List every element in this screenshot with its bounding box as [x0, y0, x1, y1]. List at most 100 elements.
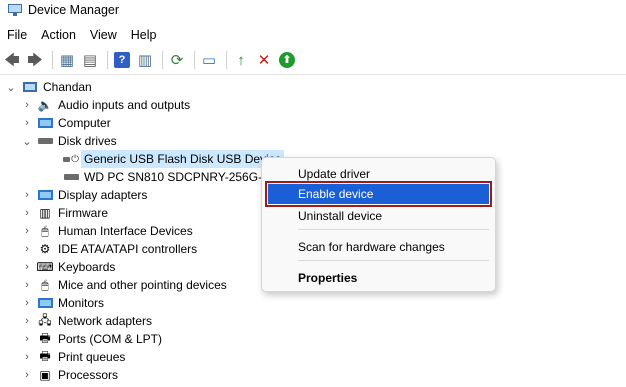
tree-root[interactable]: ⌄ Chandan	[6, 78, 92, 96]
tree-item-label: IDE ATA/ATAPI controllers	[58, 242, 198, 256]
chevron-right-icon[interactable]: ›	[22, 279, 32, 291]
chevron-right-icon[interactable]: ›	[22, 243, 32, 255]
tree-item-label: Ports (COM & LPT)	[58, 332, 163, 346]
tree-item-label: Audio inputs and outputs	[58, 98, 191, 112]
category-item[interactable]: › 🖱 Mice and other pointing devices	[22, 276, 227, 294]
action-pane-icon[interactable]: ▥	[135, 50, 155, 70]
computer-icon	[22, 80, 38, 94]
properties-icon[interactable]: ▤	[80, 50, 100, 70]
window-title: Device Manager	[28, 3, 120, 17]
category-item[interactable]: › 🖶 Ports (COM & LPT)	[22, 330, 162, 348]
category-item[interactable]: › ⚙ IDE ATA/ATAPI controllers	[22, 240, 197, 258]
update-driver-menu-item[interactable]: Update driver	[270, 164, 489, 184]
chevron-right-icon[interactable]: ›	[22, 297, 32, 309]
toolbar-separator	[226, 51, 227, 69]
enable-device-menu-item[interactable]: Enable device	[265, 181, 492, 207]
category-item[interactable]: › 🖶 Print queues	[22, 348, 125, 366]
uninstall-device-icon[interactable]: ✕	[254, 50, 274, 70]
chevron-right-icon[interactable]: ›	[22, 333, 32, 345]
menu-view[interactable]: View	[83, 24, 124, 46]
tree-item-label: Firmware	[58, 206, 108, 220]
show-hide-tree-icon[interactable]: ▦	[57, 50, 77, 70]
toolbar: 🡄 🡆 ▦ ▤? ▥ ⟳ ▭ ↑ ✕ ⬆	[0, 48, 626, 72]
chevron-down-icon[interactable]: ⌄	[6, 81, 16, 94]
network-adapter-icon: 🖧	[38, 312, 52, 327]
properties-menu-item[interactable]: Properties	[270, 268, 489, 288]
computer-monitor-icon[interactable]: ▭	[199, 50, 219, 70]
tree-item-label: Keyboards	[58, 260, 116, 274]
display-adapter-icon	[37, 188, 53, 202]
context-menu: Update driver Enable device Uninstall devi…	[261, 157, 496, 292]
category-item[interactable]: › Monitors	[22, 294, 104, 312]
chevron-right-icon[interactable]: ›	[22, 369, 32, 381]
scan-hardware-menu-item[interactable]: Scan for hardware changes	[270, 237, 489, 257]
keyboard-icon: ⌨	[36, 260, 54, 274]
menu-bar: File Action View Help	[0, 24, 626, 46]
tree-item-label: Network adapters	[58, 314, 153, 328]
menu-help[interactable]: Help	[124, 24, 164, 46]
tree-item-label: Human Interface Devices	[58, 224, 193, 238]
mouse-icon: 🖱	[41, 277, 49, 292]
category-item[interactable]: › Computer	[22, 114, 111, 132]
ssd-drive-icon	[63, 170, 79, 184]
usb-disk-icon: ⏻	[63, 152, 79, 166]
category-item[interactable]: › ▥ Firmware	[22, 204, 108, 222]
tree-item-label: Print queues	[58, 350, 126, 364]
chevron-right-icon[interactable]: ›	[22, 225, 32, 237]
chevron-right-icon[interactable]: ›	[22, 351, 32, 363]
category-item[interactable]: › 🖱 Human Interface Devices	[22, 222, 193, 240]
category-item[interactable]: › ▣ Processors	[22, 366, 118, 384]
speaker-icon: 🔈	[37, 98, 53, 112]
category-item[interactable]: › 🖧 Network adapters	[22, 312, 152, 330]
processor-icon: ▣	[39, 368, 51, 382]
monitor-icon	[37, 296, 53, 310]
menu-separator	[298, 260, 489, 261]
tree-item-label: Computer	[58, 116, 111, 130]
toolbar-divider	[0, 74, 626, 75]
scan-hardware-icon[interactable]: ⟳	[167, 50, 187, 70]
tree-item-label: WD PC SN810 SDCPNRY-256G-100	[84, 170, 283, 184]
uninstall-device-menu-item[interactable]: Uninstall device	[270, 206, 489, 226]
category-item[interactable]: › ⌨ Keyboards	[22, 258, 115, 276]
forward-arrow-icon[interactable]: 🡆	[25, 50, 45, 70]
chevron-right-icon[interactable]: ›	[22, 117, 32, 129]
firmware-icon: ▥	[39, 206, 51, 220]
tree-item-label: Disk drives	[58, 134, 117, 148]
chevron-right-icon[interactable]: ›	[22, 315, 32, 327]
tree-item-label: Display adapters	[58, 188, 148, 202]
tree-root-label: Chandan	[43, 80, 92, 94]
category-item[interactable]: › 🔈 Audio inputs and outputs	[22, 96, 190, 114]
title-bar: Device Manager	[0, 0, 626, 20]
toolbar-separator	[162, 51, 163, 69]
toolbar-separator	[194, 51, 195, 69]
tree-item-label: Monitors	[58, 296, 105, 310]
enable-device-icon[interactable]: ⬆	[279, 52, 295, 68]
chevron-right-icon[interactable]: ›	[22, 99, 32, 111]
tree-item-label: Mice and other pointing devices	[58, 278, 227, 292]
hid-icon: 🖱	[41, 223, 49, 238]
tree-item-label: Generic USB Flash Disk USB Device	[81, 150, 285, 168]
back-arrow-icon[interactable]: 🡄	[2, 50, 22, 70]
chevron-down-icon[interactable]: ⌄	[22, 135, 32, 148]
help-icon[interactable]: ?	[114, 52, 130, 68]
menu-action[interactable]: Action	[34, 24, 83, 46]
toolbar-separator	[107, 51, 108, 69]
ide-controller-icon: ⚙	[39, 242, 51, 256]
menu-separator	[298, 229, 489, 230]
device-item[interactable]: ⏻ Generic USB Flash Disk USB Device	[58, 150, 285, 168]
computer-icon	[37, 116, 53, 130]
printer-icon: 🖶	[39, 348, 51, 363]
chevron-right-icon[interactable]: ›	[22, 207, 32, 219]
ports-icon: 🖶	[39, 330, 51, 345]
update-driver-icon[interactable]: ↑	[231, 50, 251, 70]
menu-file[interactable]: File	[0, 24, 34, 46]
device-manager-icon	[8, 4, 22, 16]
toolbar-separator	[52, 51, 53, 69]
chevron-right-icon[interactable]: ›	[22, 189, 32, 201]
disk-drive-icon	[37, 134, 53, 148]
category-item[interactable]: › Display adapters	[22, 186, 147, 204]
device-item[interactable]: WD PC SN810 SDCPNRY-256G-100	[58, 168, 282, 186]
chevron-right-icon[interactable]: ›	[22, 261, 32, 273]
tree-item-label: Processors	[58, 368, 119, 382]
category-item[interactable]: ⌄ Disk drives	[22, 132, 117, 150]
